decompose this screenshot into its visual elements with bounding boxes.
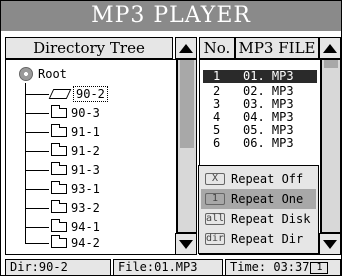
tree-item-label: 94-2: [71, 236, 100, 250]
status-time-label: Time: 03:37: [230, 260, 310, 274]
repeat-one-icon: 1: [205, 193, 225, 205]
repeat-mode-menu: X Repeat Off 1 Repeat One all Repeat Dis…: [198, 165, 319, 254]
menu-item-repeat-dir[interactable]: dir Repeat Dir: [201, 229, 316, 249]
up-arrow-icon: [179, 43, 193, 53]
file-name-header: MP3 FILE: [235, 37, 319, 59]
repeat-one-icon: 1: [310, 261, 329, 274]
repeat-all-icon: all: [205, 213, 225, 225]
tree-item-94-1[interactable]: 94-1: [25, 219, 100, 235]
file-number: 6: [213, 136, 221, 150]
folder-icon: [51, 235, 67, 248]
menu-item-repeat-one[interactable]: 1 Repeat One: [201, 189, 316, 209]
tree-item-90-3[interactable]: 90-3: [25, 105, 100, 121]
files-scroll-thumb[interactable]: [324, 60, 338, 68]
folder-icon: [51, 200, 67, 213]
file-number: 1: [213, 69, 221, 83]
tree-item-label: 94-1: [71, 220, 100, 234]
files-scrollbar[interactable]: [321, 59, 341, 233]
menu-item-label: Repeat Dir: [231, 232, 304, 246]
tree-item-label: 91-1: [71, 125, 100, 139]
repeat-off-icon: X: [205, 173, 225, 185]
menu-item-label: Repeat Off: [231, 172, 304, 186]
file-number-header: No.: [199, 37, 235, 59]
cd-icon: [19, 67, 33, 81]
file-row[interactable]: 6 06. MP3: [203, 137, 317, 150]
tree-root-label: Root: [38, 67, 67, 81]
tree-item-90-2[interactable]: 90-2: [25, 86, 108, 102]
folder-icon: [51, 105, 67, 118]
tree-item-label: 93-2: [71, 201, 100, 215]
tree-item-label: 90-2: [73, 86, 108, 102]
mp3-player-window: MP3 PLAYER Directory Tree No. MP3 FILE R…: [0, 0, 342, 276]
status-file: File:01.MP3: [113, 259, 223, 276]
tree-item-91-1[interactable]: 91-1: [25, 124, 100, 140]
tree-item-93-2[interactable]: 93-2: [25, 200, 100, 216]
menu-item-label: Repeat Disk: [231, 212, 311, 226]
folder-icon: [51, 124, 67, 137]
tree-item-91-3[interactable]: 91-3: [25, 162, 100, 178]
menu-item-repeat-off[interactable]: X Repeat Off: [201, 169, 316, 189]
tree-item-label: 93-1: [71, 182, 100, 196]
tree-scroll-down-button[interactable]: [175, 233, 197, 255]
menu-item-repeat-disk[interactable]: all Repeat Disk: [201, 209, 316, 229]
app-title: MP3 PLAYER: [1, 1, 341, 31]
files-scroll-down-button[interactable]: [319, 233, 341, 255]
tree-scrollbar[interactable]: [177, 59, 197, 233]
folder-icon: [51, 219, 67, 232]
status-dir: Dir:90-2: [5, 259, 111, 276]
tree-item-label: 90-3: [71, 106, 100, 120]
directory-tree-header: Directory Tree: [5, 37, 173, 59]
up-arrow-icon: [323, 43, 337, 53]
tree-item-93-1[interactable]: 93-1: [25, 181, 100, 197]
file-name: 06. MP3: [243, 136, 294, 150]
status-time: Time: 03:37 1: [225, 259, 341, 276]
tree-item-94-2[interactable]: 94-2: [25, 235, 100, 251]
open-folder-icon: [48, 89, 72, 99]
folder-icon: [51, 162, 67, 175]
folder-icon: [51, 181, 67, 194]
tree-scroll-thumb[interactable]: [180, 60, 194, 148]
down-arrow-icon: [179, 239, 193, 249]
files-scroll-up-button[interactable]: [319, 37, 341, 59]
tree-root[interactable]: Root: [19, 67, 67, 81]
tree-item-label: 91-3: [71, 163, 100, 177]
tree-item-label: 91-2: [71, 144, 100, 158]
repeat-dir-icon: dir: [205, 233, 225, 245]
file-row[interactable]: 1 01. MP3: [203, 70, 317, 83]
tree-item-91-2[interactable]: 91-2: [25, 143, 100, 159]
file-name: 01. MP3: [243, 69, 294, 83]
menu-item-label: Repeat One: [231, 192, 304, 206]
down-arrow-icon: [323, 239, 337, 249]
folder-icon: [51, 143, 67, 156]
tree-scroll-up-button[interactable]: [175, 37, 197, 59]
